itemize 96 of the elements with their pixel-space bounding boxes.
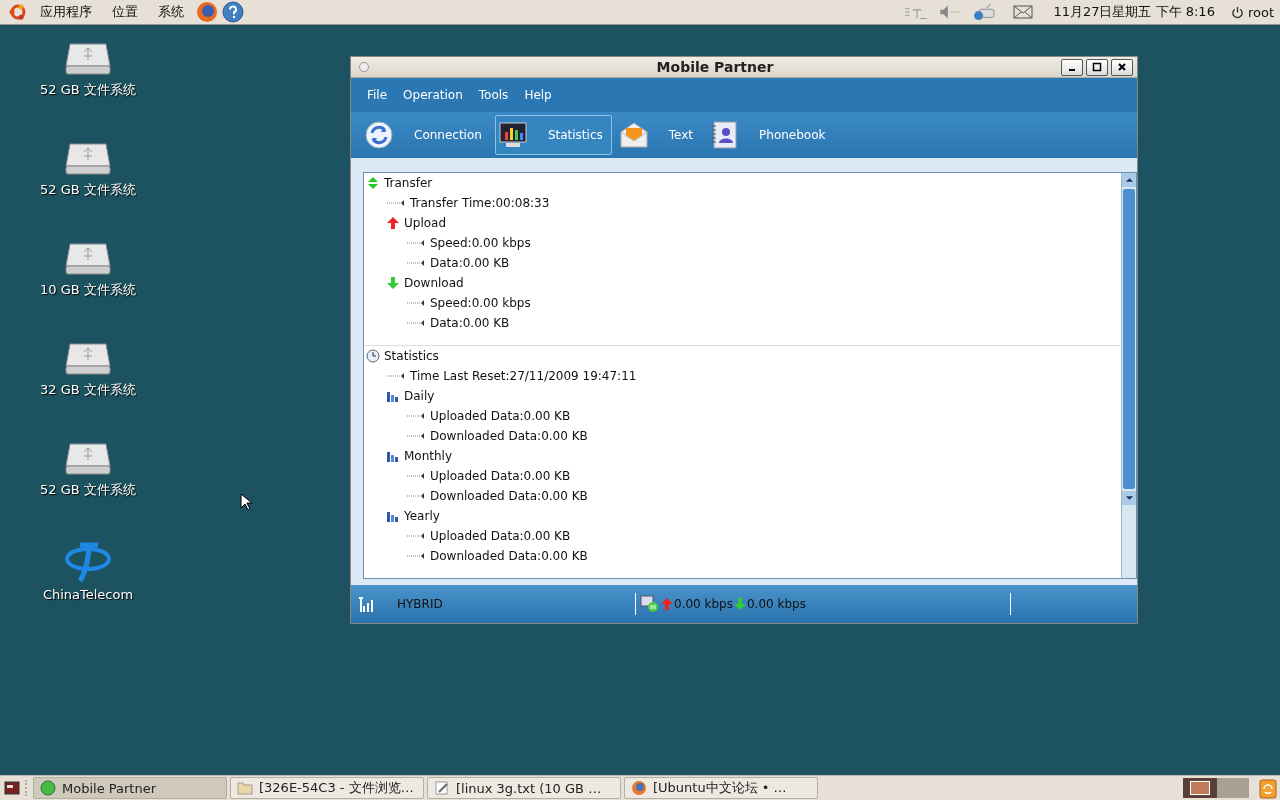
tree-item[interactable]: Statistics [384,349,439,363]
network-type: HYBRID [397,597,444,611]
tree-item[interactable]: Speed:0.00 kbps [430,296,531,310]
close-icon [1117,62,1127,72]
tree-item[interactable]: Uploaded Data:0.00 KB [430,529,571,543]
window-title: Mobile Partner [655,59,775,75]
taskbar-button[interactable]: [326E-54C3 - 文件浏览… [230,777,424,799]
bar-chart-icon [386,509,400,523]
tree-item[interactable]: Downloaded Data:0.00 KB [430,429,588,443]
tree-leaf-icon [406,258,426,268]
tree-item[interactable]: Data:0.00 KB [430,316,510,330]
computer-connection-icon [640,595,660,613]
maximize-button[interactable] [1086,58,1108,76]
monitor-chart-icon [497,120,528,150]
panel-menu[interactable]: 位置 [104,3,146,21]
tree-item[interactable]: Time Last Reset:27/11/2009 19:47:11 [410,369,637,383]
desktop-icon-label[interactable]: 52 GB 文件系统 [40,81,136,99]
mail-icon[interactable] [1013,5,1034,19]
menu-item[interactable]: Operation [395,88,471,102]
ubuntu-logo-icon[interactable] [8,2,28,22]
tree-item[interactable]: Downloaded Data:0.00 KB [430,549,588,563]
mouse-cursor-icon [240,493,252,511]
desktop-icon-label[interactable]: ChinaTelecom [42,587,134,602]
tree-leaf-icon [406,298,426,308]
tree-leaf-icon [406,411,426,421]
help-icon[interactable] [222,1,244,23]
vertical-scrollbar[interactable] [1121,173,1136,578]
tree-item[interactable]: Yearly [404,509,440,523]
tree-leaf-icon [386,198,406,208]
maximize-icon [1092,62,1102,72]
globe-icon[interactable] [196,1,218,23]
keyboard-globe-icon[interactable] [971,3,998,21]
toolbar-tab[interactable]: Statistics [494,115,612,155]
tree-leaf-icon [406,318,426,328]
taskbar-button[interactable]: [linux 3g.txt (10 GB … [427,777,621,799]
clock-icon [366,349,380,363]
toolbar-tab[interactable]: Phonebook [706,115,835,155]
envelope-icon [618,120,649,150]
down-arrow-icon [732,597,747,611]
contact-book-icon [709,120,740,150]
menu-item[interactable]: Help [516,88,560,102]
show-desktop-icon[interactable] [4,780,20,796]
taskbar-button[interactable]: [Ubuntu中文论坛 • … [624,777,818,799]
toolbar-tab[interactable]: Connection [361,115,491,155]
down-arrow-icon [386,276,400,290]
clock-text[interactable]: 11月27日星期五 下午 8:16 [1047,3,1221,21]
minimize-button[interactable] [1061,58,1083,76]
tree-item[interactable]: Daily [404,389,435,403]
menu-item[interactable]: File [359,88,396,102]
minimize-icon [1069,69,1075,71]
scroll-down-icon[interactable] [1124,495,1134,501]
up-down-arrows-icon [366,176,380,190]
tree-item[interactable]: Uploaded Data:0.00 KB [430,409,571,423]
up-arrow-icon [660,597,674,611]
scroll-up-icon[interactable] [1124,177,1134,183]
tree-leaf-icon [406,551,426,561]
tree-leaf-icon [386,371,406,381]
orb-icon [40,780,56,796]
tree-item[interactable]: Monthly [404,449,453,463]
signal-bars-icon [359,596,375,612]
close-button[interactable] [1111,58,1133,76]
menu-item[interactable]: Tools [470,88,517,102]
trash-icon[interactable] [1258,777,1278,799]
tree-item[interactable]: Upload [404,216,447,230]
refresh-icon [364,120,394,150]
panel-menu[interactable]: 应用程序 [32,3,100,21]
upload-rate: 0.00 kbps [674,597,733,611]
tree-item[interactable]: Transfer Time:00:08:33 [410,196,550,210]
bar-chart-icon [386,449,400,463]
document-pencil-icon [434,780,450,796]
tree-leaf-icon [406,491,426,501]
up-arrow-icon [386,216,400,230]
toolbar-tab[interactable]: Text [615,115,703,155]
panel-menu[interactable]: 系统 [150,3,192,21]
taskbar-button[interactable]: Mobile Partner [33,777,227,799]
tree-item[interactable]: Data:0.00 KB [430,256,510,270]
desktop-icon-label[interactable]: 32 GB 文件系统 [40,381,136,399]
download-rate: 0.00 kbps [746,597,806,611]
desktop-icon-label[interactable]: 52 GB 文件系统 [40,181,136,199]
bar-chart-icon [386,389,400,403]
workspace-switcher[interactable] [1183,778,1249,798]
desktop-icon-label[interactable]: 52 GB 文件系统 [40,481,136,499]
tree-item[interactable]: Downloaded Data:0.00 KB [430,489,588,503]
desktop-icon-label[interactable]: 10 GB 文件系统 [40,281,136,299]
tree-item[interactable]: Transfer [384,176,433,190]
tree-item[interactable]: Speed:0.00 kbps [430,236,531,250]
tree-leaf-icon [406,531,426,541]
tree-item[interactable]: Download [404,276,464,290]
tree-item[interactable]: Uploaded Data:0.00 KB [430,469,571,483]
power-icon[interactable] [1230,5,1244,19]
user-name[interactable]: root [1247,4,1274,20]
folder-icon [237,780,253,796]
tree-leaf-icon [406,431,426,441]
globe-icon [631,780,647,796]
tree-leaf-icon [406,471,426,481]
tree-leaf-icon [406,238,426,248]
